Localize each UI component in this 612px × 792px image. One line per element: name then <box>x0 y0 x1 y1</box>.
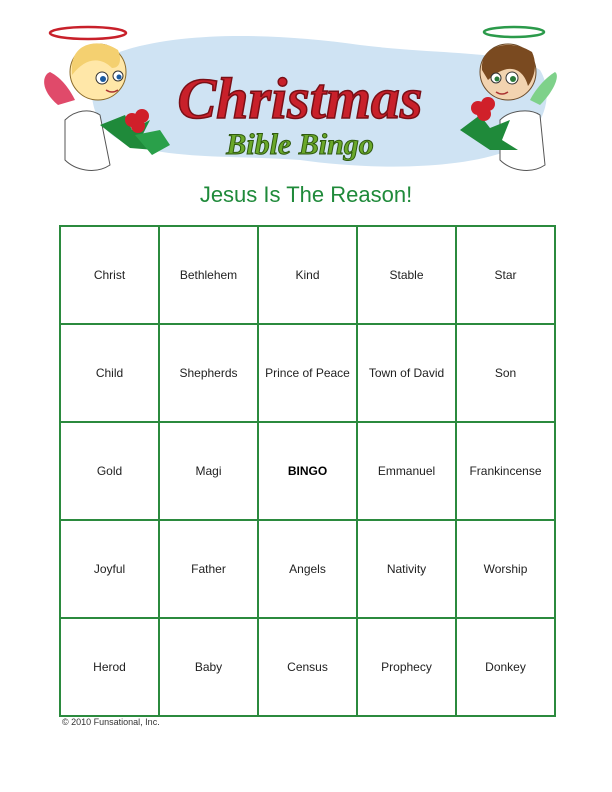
bingo-cell: Kind <box>257 225 358 325</box>
free-space-cell: BINGO <box>257 421 358 521</box>
bingo-cell: Bethlehem <box>158 225 259 325</box>
bingo-cell: Joyful <box>59 519 160 619</box>
logo-art: Christmas Bible Bingo <box>44 25 557 171</box>
bingo-cell: Baby <box>158 617 259 717</box>
copyright-notice: © 2010 Funsational, Inc. <box>62 717 160 727</box>
bingo-cell: Worship <box>455 519 556 619</box>
bingo-cell: Prophecy <box>356 617 457 717</box>
bingo-cell: Census <box>257 617 358 717</box>
bingo-cell: Nativity <box>356 519 457 619</box>
grid-row: Gold Magi BINGO Emmanuel Frankincense <box>59 421 556 521</box>
grid-row: Joyful Father Angels Nativity Worship <box>59 519 556 619</box>
bingo-cell: Star <box>455 225 556 325</box>
bingo-cell: Emmanuel <box>356 421 457 521</box>
page-subtitle: Jesus Is The Reason! <box>199 182 413 207</box>
bingo-cell: Stable <box>356 225 457 325</box>
bingo-cell: Town of David <box>356 323 457 423</box>
bingo-cell: Shepherds <box>158 323 259 423</box>
grid-row: Christ Bethlehem Kind Stable Star <box>59 225 556 325</box>
grid-row: Herod Baby Census Prophecy Donkey <box>59 617 556 717</box>
bingo-cell: Magi <box>158 421 259 521</box>
bingo-cell: Gold <box>59 421 160 521</box>
bingo-cell: Christ <box>59 225 160 325</box>
grid-row: Child Shepherds Prince of Peace Town of … <box>59 323 556 423</box>
header-banner: Christmas Bible Bingo <box>40 20 572 190</box>
bingo-cell: Angels <box>257 519 358 619</box>
bingo-cell: Herod <box>59 617 160 717</box>
bingo-cell: Prince of Peace <box>257 323 358 423</box>
bingo-cell: Donkey <box>455 617 556 717</box>
logo-title: Christmas <box>178 66 423 131</box>
bingo-grid: Christ Bethlehem Kind Stable Star Child … <box>59 225 556 717</box>
bingo-cell: Father <box>158 519 259 619</box>
bingo-cell: Son <box>455 323 556 423</box>
logo-subtitle: Bible Bingo <box>225 128 374 161</box>
bingo-cell: Frankincense <box>455 421 556 521</box>
bingo-cell: Child <box>59 323 160 423</box>
